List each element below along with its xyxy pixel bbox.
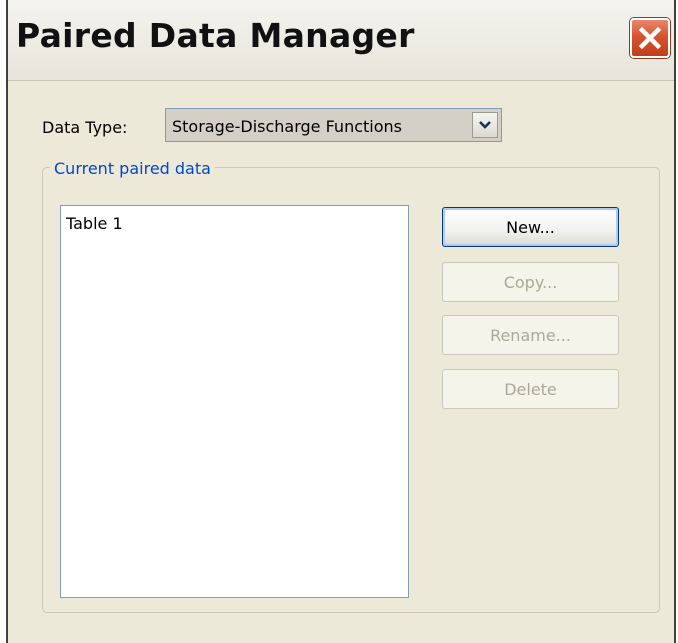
current-paired-data-legend: Current paired data xyxy=(50,159,215,178)
rename-button[interactable]: Rename... xyxy=(442,315,619,355)
list-item[interactable]: Table 1 xyxy=(66,214,123,233)
dropdown-arrow-button[interactable] xyxy=(472,112,498,138)
close-x-icon xyxy=(638,26,662,50)
window-title: Paired Data Manager xyxy=(16,16,415,55)
data-type-dropdown[interactable]: Storage-Discharge Functions xyxy=(165,108,502,142)
copy-button[interactable]: Copy... xyxy=(442,262,619,302)
delete-button[interactable]: Delete xyxy=(442,369,619,409)
data-type-selected-value: Storage-Discharge Functions xyxy=(172,117,402,136)
data-type-label: Data Type: xyxy=(42,118,128,137)
close-button[interactable] xyxy=(630,18,670,58)
new-button[interactable]: New... xyxy=(442,207,619,247)
title-bar[interactable]: Paired Data Manager xyxy=(8,0,674,81)
chevron-down-icon xyxy=(479,121,491,129)
paired-data-manager-dialog: Paired Data Manager Data Type: Storage-D… xyxy=(6,0,676,643)
paired-data-list[interactable]: Table 1 xyxy=(60,205,409,598)
